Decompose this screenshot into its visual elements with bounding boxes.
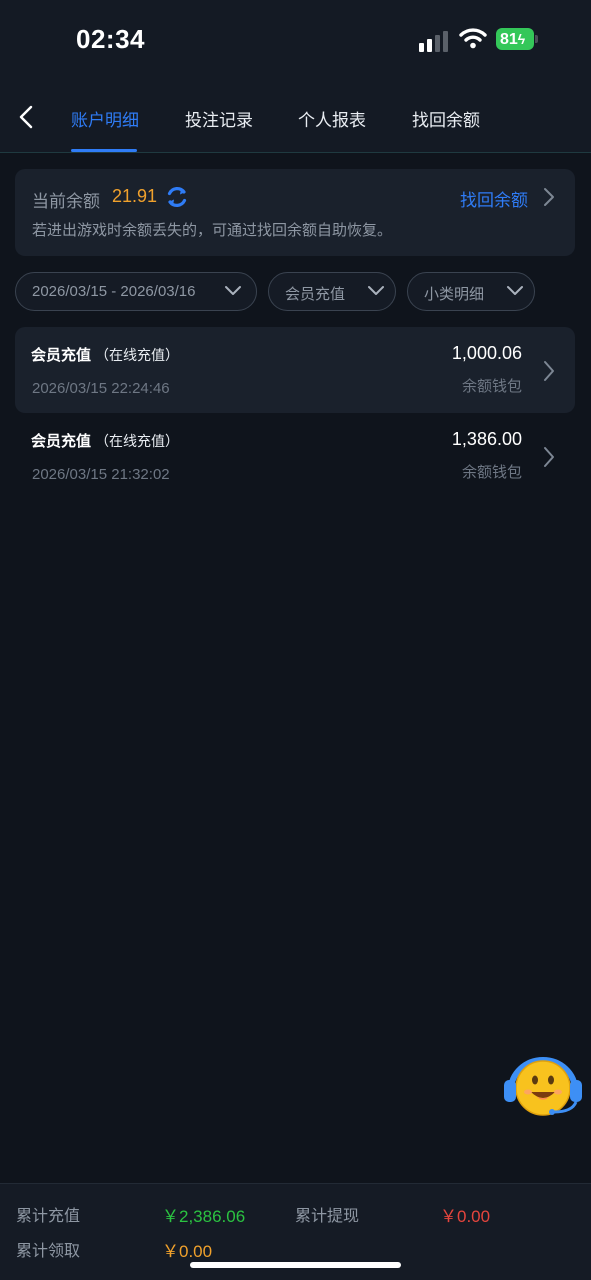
tab-recover-balance[interactable]: 找回余额: [412, 106, 480, 131]
date-range-value: 2026/03/15 - 2026/03/16: [32, 283, 196, 300]
chevron-down-icon: [368, 286, 384, 295]
recover-balance-link[interactable]: 找回余额: [460, 186, 528, 211]
tab-personal-report[interactable]: 个人报表: [298, 106, 366, 131]
total-withdraw-label: 累计提现: [295, 1206, 360, 1225]
chevron-right-icon: [544, 447, 554, 467]
top-nav: 账户明细 投注记录 个人报表 找回余额: [0, 80, 591, 153]
record-title: 会员充值: [31, 432, 92, 450]
record-amount: 1,000.06: [451, 343, 522, 363]
record-row[interactable]: 会员充值 （在线充值） 2026/03/15 21:32:02 1,386.00 …: [15, 413, 575, 499]
record-wallet: 余额钱包: [461, 377, 522, 395]
signal-icon: [419, 30, 451, 52]
subtype-filter[interactable]: 小类明细: [407, 272, 535, 311]
record-title: 会员充值: [31, 346, 92, 364]
chevron-right-icon[interactable]: [541, 185, 557, 209]
record-time: 2026/03/15 21:32:02: [32, 466, 170, 483]
wifi-icon: [459, 28, 487, 49]
total-withdraw-value: ￥0.00: [440, 1207, 491, 1226]
battery-cap: [535, 35, 538, 43]
refresh-icon[interactable]: [164, 184, 190, 210]
record-subtitle: （在线充值）: [95, 348, 180, 364]
chevron-down-icon: [225, 286, 241, 295]
chevron-right-icon: [544, 361, 554, 381]
total-claim-label: 累计领取: [16, 1241, 81, 1260]
balance-hint: 若进出游戏时余额丢失的，可通过找回余额自助恢复。: [32, 221, 393, 239]
status-time: 02:34: [76, 24, 145, 54]
tab-account-details[interactable]: 账户明细: [71, 106, 139, 131]
total-claim-value: ￥0.00: [162, 1242, 213, 1261]
status-bar: 02:34 81ϟ: [0, 0, 591, 80]
record-title-wrap: 会员充值 （在线充值）: [31, 430, 179, 451]
battery-indicator: 81ϟ: [496, 28, 534, 50]
back-arrow-icon[interactable]: [14, 102, 40, 132]
type-filter[interactable]: 会员充值: [268, 272, 396, 311]
total-deposit-value: ￥2,386.06: [162, 1207, 246, 1226]
record-wallet: 余额钱包: [461, 463, 522, 481]
chevron-down-icon: [507, 286, 523, 295]
total-deposit-label: 累计充值: [16, 1206, 81, 1225]
tab-bet-records[interactable]: 投注记录: [185, 106, 253, 131]
customer-service-icon[interactable]: [502, 1050, 584, 1120]
charging-icon: ϟ: [517, 31, 526, 47]
balance-label: 当前余额: [32, 192, 100, 212]
record-amount: 1,386.00: [451, 429, 522, 449]
record-title-wrap: 会员充值 （在线充值）: [31, 344, 179, 365]
battery-level: 81: [500, 31, 518, 48]
record-time: 2026/03/15 22:24:46: [32, 380, 170, 397]
balance-card: 当前余额 21.91 找回余额 若进出游戏时余额丢失的，可通过找回余额自助恢复。: [15, 169, 575, 256]
date-range-filter[interactable]: 2026/03/15 - 2026/03/16: [15, 272, 257, 311]
record-subtitle: （在线充值）: [95, 434, 180, 450]
type-filter-value: 会员充值: [285, 286, 346, 303]
balance-value: 21.91: [112, 186, 158, 206]
active-tab-indicator: [71, 149, 137, 152]
home-indicator[interactable]: [190, 1262, 401, 1268]
record-row[interactable]: 会员充值 （在线充值） 2026/03/15 22:24:46 1,000.06 …: [15, 327, 575, 413]
subtype-filter-value: 小类明细: [424, 286, 485, 303]
